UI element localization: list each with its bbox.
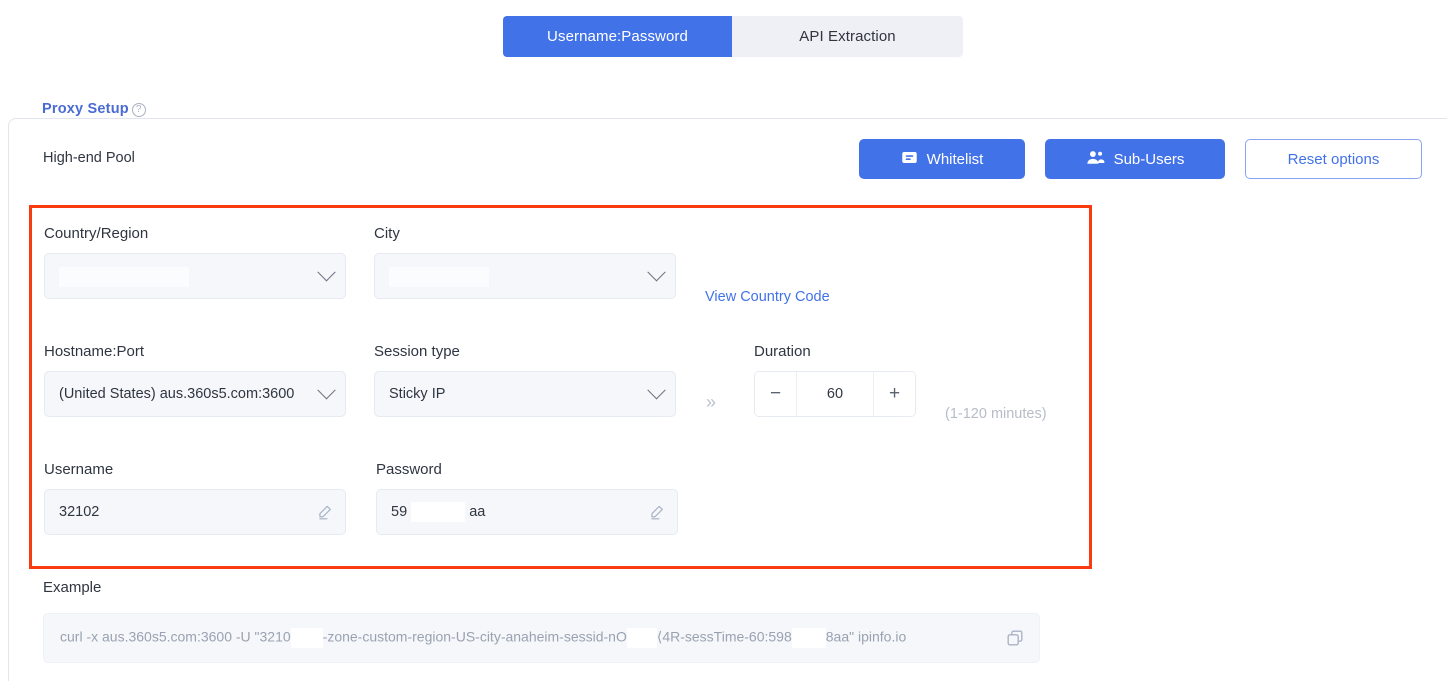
question-circle-icon[interactable]: ? <box>131 102 146 117</box>
page-root: Username:Password API Extraction Proxy S… <box>0 0 1447 681</box>
session-type-value: Sticky IP <box>389 386 446 402</box>
example-command-text: curl -x aus.360s5.com:3600 -U "3210 -zone… <box>60 628 1005 648</box>
proxy-setup-legend: Proxy Setup ? <box>34 101 154 117</box>
tab-username-password[interactable]: Username:Password <box>503 16 732 57</box>
example-command-part1: curl -x aus.360s5.com:3600 -U "3210 <box>60 628 291 645</box>
copy-icon[interactable] <box>1005 628 1025 648</box>
example-redaction-1 <box>290 628 323 648</box>
mode-tabs: Username:Password API Extraction <box>503 16 963 57</box>
session-type-label: Session type <box>374 343 460 360</box>
reset-options-button[interactable]: Reset options <box>1245 139 1422 179</box>
password-field: Password 59 aa <box>376 461 678 535</box>
city-placeholder-redaction <box>389 267 489 287</box>
example-command-part2: -zone-custom-region-US-city-anaheim-sess… <box>322 628 627 645</box>
password-value-redaction <box>411 502 466 522</box>
chevron-down-icon <box>317 380 336 399</box>
password-value-suffix: aa <box>469 503 486 520</box>
sub-users-button[interactable]: Sub-Users <box>1045 139 1225 179</box>
country-region-placeholder-redaction <box>59 267 189 287</box>
hostname-port-field: Hostname:Port (United States) aus.360s5.… <box>44 343 346 417</box>
whitelist-button[interactable]: Whitelist <box>859 139 1025 179</box>
example-command-box[interactable]: curl -x aus.360s5.com:3600 -U "3210 -zone… <box>43 613 1040 663</box>
double-chevron-right-icon: » <box>706 392 717 412</box>
pool-label: High-end Pool <box>43 150 135 166</box>
session-type-field: Session type Sticky IP <box>374 343 676 417</box>
chevron-down-icon <box>317 262 336 281</box>
whitelist-button-label: Whitelist <box>926 150 984 168</box>
country-region-label: Country/Region <box>44 225 149 242</box>
country-region-select[interactable] <box>44 253 346 299</box>
password-value-prefix: 59 <box>391 503 408 520</box>
example-command-part3: ⟨4R-sessTime-60:598 <box>656 628 792 645</box>
duration-label: Duration <box>754 343 811 360</box>
hostname-port-label: Hostname:Port <box>44 343 145 360</box>
city-select[interactable] <box>374 253 676 299</box>
example-redaction-2 <box>626 628 657 648</box>
chevron-down-icon <box>647 262 666 281</box>
username-value: 32102 <box>59 504 100 520</box>
duration-increment-button[interactable]: + <box>873 372 915 416</box>
duration-stepper[interactable]: − 60 + <box>754 371 916 417</box>
view-country-code-link[interactable]: View Country Code <box>705 289 830 305</box>
pencil-icon[interactable] <box>316 504 333 521</box>
hostname-port-value: (United States) aus.360s5.com:3600 <box>59 386 295 402</box>
duration-hint: (1-120 minutes) <box>945 406 1047 422</box>
example-redaction-3 <box>791 628 826 648</box>
example-command-part4: 8aa" ipinfo.io <box>825 628 907 645</box>
reset-options-label: Reset options <box>1287 150 1380 168</box>
username-label: Username <box>44 461 114 478</box>
example-label: Example <box>43 579 102 596</box>
sub-users-button-label: Sub-Users <box>1113 150 1185 168</box>
duration-value[interactable]: 60 <box>797 372 873 416</box>
duration-field: Duration − 60 + <box>754 343 916 417</box>
panel-title: Proxy Setup <box>42 101 129 117</box>
users-icon <box>1086 149 1105 170</box>
password-input[interactable]: 59 aa <box>376 489 678 535</box>
session-type-select[interactable]: Sticky IP <box>374 371 676 417</box>
duration-decrement-button[interactable]: − <box>755 372 797 416</box>
password-label: Password <box>376 461 442 478</box>
country-region-field: Country/Region <box>44 225 346 299</box>
pencil-icon[interactable] <box>648 504 665 521</box>
tab-api-extraction[interactable]: API Extraction <box>732 16 963 57</box>
city-label: City <box>374 225 400 242</box>
username-input[interactable]: 32102 <box>44 489 346 535</box>
hostname-port-select[interactable]: (United States) aus.360s5.com:3600 <box>44 371 346 417</box>
panel-actions: Whitelist Sub-Users Reset options <box>859 139 1422 179</box>
chevron-down-icon <box>647 380 666 399</box>
city-field: City <box>374 225 676 299</box>
username-field: Username 32102 <box>44 461 346 535</box>
id-card-icon <box>901 149 918 170</box>
